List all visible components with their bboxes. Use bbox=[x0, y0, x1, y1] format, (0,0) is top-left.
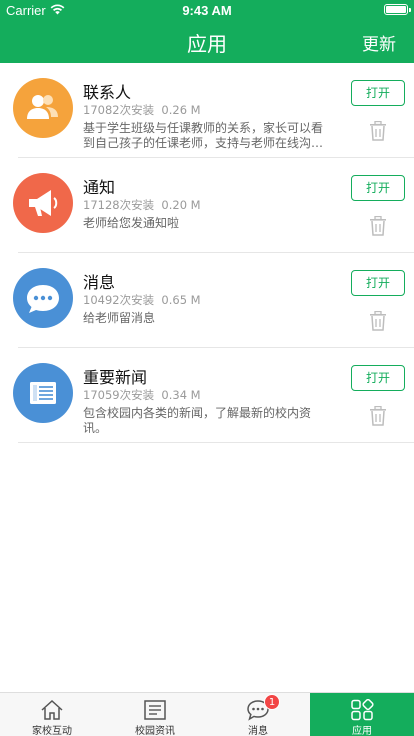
install-count: 17059次安装 bbox=[83, 388, 155, 402]
app-meta: 10492次安装 0.65 M bbox=[83, 292, 201, 308]
install-count: 17082次安装 bbox=[83, 103, 155, 117]
app-row-message[interactable]: 消息 10492次安装 0.65 M 给老师留消息 打开 bbox=[0, 253, 414, 348]
app-description: 包含校园内各类的新闻，了解最新的校内资讯。 bbox=[83, 406, 312, 435]
tab-messages[interactable]: 1 消息 bbox=[206, 693, 310, 736]
tab-label: 消息 bbox=[248, 726, 268, 736]
tab-label: 应用 bbox=[352, 726, 372, 736]
app-row-news[interactable]: 重要新闻 17059次安装 0.34 M 包含校园内各类的新闻，了解最新的校内资… bbox=[0, 348, 414, 443]
tab-label: 家校互动 bbox=[32, 726, 72, 736]
open-button[interactable]: 打开 bbox=[351, 175, 405, 201]
app-meta: 17059次安装 0.34 M bbox=[83, 387, 201, 403]
tab-campus-news[interactable]: 校园资讯 bbox=[103, 693, 207, 736]
app-size: 0.34 M bbox=[161, 388, 201, 402]
tab-label: 校园资讯 bbox=[135, 726, 175, 736]
page-title: 应用 bbox=[187, 32, 227, 56]
app-meta: 17128次安装 0.20 M bbox=[83, 197, 201, 213]
tab-apps[interactable]: 应用 bbox=[310, 693, 414, 736]
status-bar: Carrier 9:43 AM bbox=[0, 0, 414, 20]
app-size: 0.26 M bbox=[161, 103, 201, 117]
trash-icon[interactable] bbox=[369, 311, 387, 331]
megaphone-icon bbox=[13, 173, 73, 233]
open-button[interactable]: 打开 bbox=[351, 80, 405, 106]
app-row-contacts[interactable]: 联系人 17082次安装 0.26 M 基于学生班级与任课教师的关系，家长可以看… bbox=[0, 63, 414, 158]
app-size: 0.65 M bbox=[161, 293, 201, 307]
unread-badge: 1 bbox=[264, 694, 280, 710]
app-name: 联系人 bbox=[83, 83, 132, 102]
trash-icon[interactable] bbox=[369, 406, 387, 426]
app-name: 消息 bbox=[83, 273, 116, 292]
app-description: 给老师留消息 bbox=[83, 311, 156, 325]
open-button[interactable]: 打开 bbox=[351, 270, 405, 296]
chat-bubble-icon bbox=[13, 268, 73, 328]
app-description: 基于学生班级与任课教师的关系，家长可以看到自己孩子的任课老师，支持与老师在线沟通… bbox=[83, 121, 324, 150]
trash-icon[interactable] bbox=[369, 216, 387, 236]
app-name: 通知 bbox=[83, 178, 116, 197]
update-button[interactable]: 更新 bbox=[362, 30, 396, 55]
app-meta: 17082次安装 0.26 M bbox=[83, 102, 201, 118]
app-size: 0.20 M bbox=[161, 198, 201, 212]
newspaper-icon bbox=[13, 363, 73, 423]
install-count: 10492次安装 bbox=[83, 293, 155, 307]
clock: 9:43 AM bbox=[182, 3, 232, 18]
home-icon bbox=[41, 699, 63, 720]
tab-bar: 家校互动 校园资讯 1 消息 应用 bbox=[0, 692, 414, 736]
apps-grid-icon bbox=[351, 699, 374, 721]
trash-icon[interactable] bbox=[369, 121, 387, 141]
open-button[interactable]: 打开 bbox=[351, 365, 405, 391]
header: Carrier 9:43 AM 应用 更新 bbox=[0, 0, 414, 63]
app-row-notice[interactable]: 通知 17128次安装 0.20 M 老师给您发通知啦 打开 bbox=[0, 158, 414, 253]
news-icon bbox=[144, 700, 166, 720]
tab-home[interactable]: 家校互动 bbox=[0, 693, 104, 736]
contacts-icon bbox=[13, 78, 73, 138]
app-list: 联系人 17082次安装 0.26 M 基于学生班级与任课教师的关系，家长可以看… bbox=[0, 63, 414, 443]
install-count: 17128次安装 bbox=[83, 198, 155, 212]
app-name: 重要新闻 bbox=[83, 368, 148, 387]
battery-icon bbox=[384, 4, 411, 15]
app-description: 老师给您发通知啦 bbox=[83, 216, 180, 230]
